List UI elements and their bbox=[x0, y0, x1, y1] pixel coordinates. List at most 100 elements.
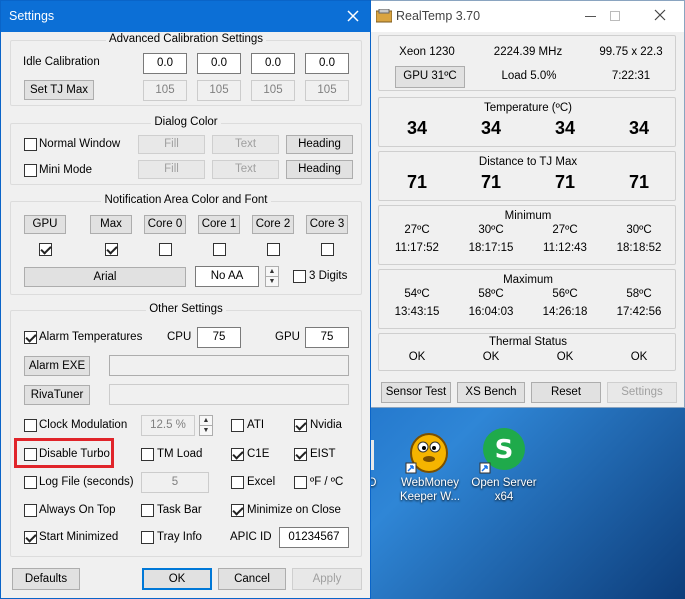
defaults-button[interactable]: Defaults bbox=[12, 568, 80, 590]
webmoney-icon[interactable] bbox=[404, 425, 454, 475]
notif-core2-checkbox[interactable] bbox=[267, 243, 280, 256]
notif-core2-button[interactable]: Core 2 bbox=[252, 215, 294, 234]
notif-max-button[interactable]: Max bbox=[90, 215, 132, 234]
notif-core1-checkbox[interactable] bbox=[213, 243, 226, 256]
clock-modulation-checkbox[interactable] bbox=[24, 419, 37, 432]
fill-button[interactable]: Fill bbox=[138, 135, 205, 154]
core-distance: 71 bbox=[406, 172, 428, 192]
tj-max-input[interactable]: 105 bbox=[305, 80, 349, 101]
heading-button[interactable]: Heading bbox=[286, 135, 353, 154]
other-settings-group: Other Settings Alarm Temperatures CPU 75… bbox=[10, 303, 362, 557]
text-button[interactable]: Text bbox=[212, 135, 279, 154]
log-file-checkbox[interactable] bbox=[24, 476, 37, 489]
cpu-alarm-input[interactable]: 75 bbox=[197, 327, 241, 348]
core-distance: 71 bbox=[480, 172, 502, 192]
set-tj-max-button[interactable]: Set TJ Max bbox=[24, 80, 94, 100]
fahrenheit-celsius-checkbox[interactable] bbox=[294, 476, 307, 489]
realtemp-titlebar[interactable]: RealTemp 3.70 bbox=[370, 1, 684, 32]
maximize-icon bbox=[610, 11, 620, 21]
idle-calibration-input[interactable]: 0.0 bbox=[305, 53, 349, 74]
close-icon[interactable] bbox=[343, 6, 363, 26]
clock-modulation-input[interactable]: 12.5 % bbox=[141, 415, 195, 436]
gpu-alarm-label: GPU bbox=[275, 331, 300, 343]
max-time: 14:26:18 bbox=[542, 306, 588, 318]
max-temp: 58ºC bbox=[626, 288, 652, 300]
alarm-temperatures-checkbox[interactable] bbox=[24, 331, 37, 344]
mini-mode-checkbox[interactable] bbox=[24, 164, 37, 177]
notif-core0-checkbox[interactable] bbox=[159, 243, 172, 256]
thermal-status: OK bbox=[556, 351, 574, 363]
three-digits-checkbox[interactable] bbox=[293, 270, 306, 283]
notif-gpu-button[interactable]: GPU bbox=[24, 215, 66, 234]
notif-core1-button[interactable]: Core 1 bbox=[198, 215, 240, 234]
thermal-status: OK bbox=[408, 351, 426, 363]
sensor-test-button[interactable]: Sensor Test bbox=[381, 382, 451, 403]
reset-button[interactable]: Reset bbox=[531, 382, 601, 403]
tj-max-input[interactable]: 105 bbox=[143, 80, 187, 101]
apic-id-input[interactable]: 01234567 bbox=[279, 527, 349, 548]
log-file-label: Log File (seconds) bbox=[39, 476, 134, 488]
start-minimized-checkbox[interactable] bbox=[24, 531, 37, 544]
webmoney-label[interactable]: WebMoney Keeper W... bbox=[392, 476, 468, 504]
apply-button[interactable]: Apply bbox=[292, 568, 362, 590]
idle-calibration-input[interactable]: 0.0 bbox=[143, 53, 187, 74]
c1e-checkbox[interactable] bbox=[231, 448, 244, 461]
gpu-alarm-input[interactable]: 75 bbox=[305, 327, 349, 348]
notif-gpu-checkbox[interactable] bbox=[39, 243, 52, 256]
notif-core3-checkbox[interactable] bbox=[321, 243, 334, 256]
always-on-top-label: Always On Top bbox=[39, 504, 116, 516]
clock-modulation-label: Clock Modulation bbox=[39, 419, 128, 431]
aa-spinner[interactable]: ▲ ▼ bbox=[265, 266, 279, 287]
cpu-name: Xeon 1230 bbox=[399, 46, 455, 58]
rivatuner-button[interactable]: RivaTuner bbox=[24, 385, 90, 405]
heading-button[interactable]: Heading bbox=[286, 160, 353, 179]
cpu-info-group: Xeon 1230 2224.39 MHz 99.75 x 22.3 GPU 3… bbox=[378, 35, 676, 91]
nvidia-label: Nvidia bbox=[310, 419, 342, 431]
ati-label: ATI bbox=[247, 419, 265, 431]
clock-modulation-spinner[interactable]: ▲ ▼ bbox=[199, 415, 213, 436]
font-button[interactable]: Arial bbox=[24, 267, 186, 287]
notif-core0-button[interactable]: Core 0 bbox=[144, 215, 186, 234]
cancel-button[interactable]: Cancel bbox=[218, 568, 286, 590]
alarm-exe-path[interactable] bbox=[109, 355, 349, 376]
tm-load-checkbox[interactable] bbox=[141, 448, 154, 461]
eist-checkbox[interactable] bbox=[294, 448, 307, 461]
minimize-on-close-checkbox[interactable] bbox=[231, 504, 244, 517]
idle-calibration-input[interactable]: 0.0 bbox=[197, 53, 241, 74]
close-icon[interactable] bbox=[650, 5, 670, 25]
calibration-title: Advanced Calibration Settings bbox=[105, 33, 267, 45]
minimize-icon[interactable] bbox=[585, 16, 596, 17]
log-interval-input[interactable]: 5 bbox=[141, 472, 209, 493]
alarm-exe-button[interactable]: Alarm EXE bbox=[24, 356, 90, 376]
excel-label: Excel bbox=[247, 476, 276, 488]
alarm-temperatures-label: Alarm Temperatures bbox=[39, 331, 143, 343]
fill-button[interactable]: Fill bbox=[138, 160, 205, 179]
open-server-icon[interactable]: S bbox=[478, 425, 528, 475]
xs-bench-button[interactable]: XS Bench bbox=[457, 382, 525, 403]
excel-checkbox[interactable] bbox=[231, 476, 244, 489]
dialog-color-group: Dialog Color Normal Window Fill Text Hea… bbox=[10, 116, 362, 185]
ati-checkbox[interactable] bbox=[231, 419, 244, 432]
three-digits-label: 3 Digits bbox=[309, 270, 348, 282]
idle-calibration-input[interactable]: 0.0 bbox=[251, 53, 295, 74]
settings-button[interactable]: Settings bbox=[607, 382, 677, 403]
normal-window-checkbox[interactable] bbox=[24, 138, 37, 151]
nvidia-checkbox[interactable] bbox=[294, 419, 307, 432]
settings-titlebar[interactable]: Settings bbox=[1, 1, 370, 32]
tray-info-checkbox[interactable] bbox=[141, 531, 154, 544]
min-time: 18:17:15 bbox=[468, 242, 514, 254]
always-on-top-checkbox[interactable] bbox=[24, 504, 37, 517]
open-server-label[interactable]: Open Server x64 bbox=[466, 476, 542, 504]
tm-load-label: TM Load bbox=[157, 448, 203, 460]
tj-max-input[interactable]: 105 bbox=[251, 80, 295, 101]
gpu-temp-button[interactable]: GPU 31ºC bbox=[395, 66, 465, 88]
task-bar-checkbox[interactable] bbox=[141, 504, 154, 517]
notif-max-checkbox[interactable] bbox=[105, 243, 118, 256]
notif-core3-button[interactable]: Core 3 bbox=[306, 215, 348, 234]
ok-button[interactable]: OK bbox=[142, 568, 212, 590]
rivatuner-path[interactable] bbox=[109, 384, 349, 405]
tj-max-input[interactable]: 105 bbox=[197, 80, 241, 101]
cpu-alarm-label: CPU bbox=[167, 331, 192, 343]
text-button[interactable]: Text bbox=[212, 160, 279, 179]
anti-alias-field[interactable]: No AA bbox=[195, 266, 259, 287]
